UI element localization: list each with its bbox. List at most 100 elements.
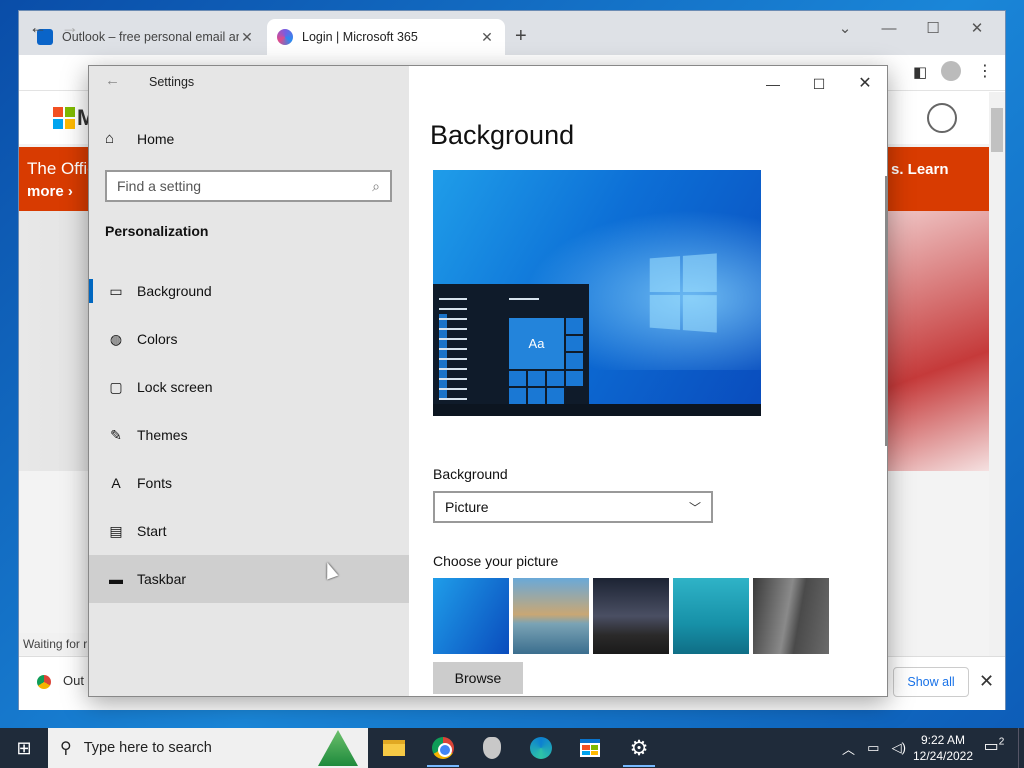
settings-sidebar: ← Settings ⌂ Home Find a setting ⌕ Perso… xyxy=(89,66,409,696)
notification-icon[interactable]: ▭2 xyxy=(980,736,1008,760)
picture-thumbnail-1[interactable] xyxy=(433,578,509,654)
tab-microsoft-365-login[interactable]: Login | Microsoft 365 ✕ xyxy=(267,19,505,55)
nav-label: Lock screen xyxy=(137,379,213,395)
show-desktop-button[interactable] xyxy=(1018,728,1024,768)
nav-item-taskbar[interactable]: ▬ Taskbar xyxy=(89,555,409,603)
palette-icon: ◍ xyxy=(109,330,123,347)
new-tab-button[interactable]: + xyxy=(515,25,527,48)
tab-search-icon[interactable]: ⌄ xyxy=(823,15,867,43)
taskbar-icon: ▬ xyxy=(109,571,123,587)
nav-label: Taskbar xyxy=(137,571,187,587)
search-icon: ⚲ xyxy=(60,740,72,757)
preview-start-menu: Aa xyxy=(433,284,589,416)
nav-item-start[interactable]: ▤ Start xyxy=(89,507,409,555)
forward-arrow-icon[interactable]: → xyxy=(61,17,79,38)
close-button[interactable]: ✕ xyxy=(955,15,999,43)
system-tray: ︿ ▭ ◁) xyxy=(836,728,912,768)
store-icon[interactable] xyxy=(568,731,612,765)
nav-item-colors[interactable]: ◍ Colors xyxy=(89,315,409,363)
clock-date[interactable]: 12/24/2022 xyxy=(912,749,974,763)
file-explorer-icon[interactable] xyxy=(372,731,416,765)
notification-count: 2 xyxy=(998,736,1005,748)
network-icon[interactable]: ▭ xyxy=(867,740,879,756)
chrome-icon xyxy=(37,674,51,689)
banner-link[interactable]: more › xyxy=(27,183,73,200)
nav-item-background[interactable]: ▭ Background xyxy=(89,267,409,315)
close-icon[interactable]: ✕ xyxy=(239,29,255,46)
profile-icon[interactable] xyxy=(941,61,961,81)
hero-device-image xyxy=(879,211,989,471)
picture-thumbnail-3[interactable] xyxy=(593,578,669,654)
background-preview: Aa xyxy=(433,170,761,416)
home-label: Home xyxy=(137,130,175,147)
close-button[interactable]: ✕ xyxy=(837,70,893,98)
tab-title: Outlook – free personal email an xyxy=(62,30,239,44)
home-nav-item[interactable]: ⌂ Home xyxy=(105,130,174,147)
search-placeholder: Type here to search xyxy=(83,740,212,756)
chevron-up-icon[interactable]: ︿ xyxy=(842,739,855,758)
search-icon: ⌕ xyxy=(372,177,380,194)
home-icon: ⌂ xyxy=(105,130,115,147)
volume-icon[interactable]: ◁) xyxy=(892,740,906,756)
nav-item-lock-screen[interactable]: ▢ Lock screen xyxy=(89,363,409,411)
nav-label: Colors xyxy=(137,331,178,347)
page-scrollbar[interactable] xyxy=(989,92,1005,656)
chevron-down-icon: ﹀ xyxy=(688,500,701,515)
choose-picture-label: Choose your picture xyxy=(433,553,559,569)
background-label: Background xyxy=(433,466,508,482)
nav-label: Fonts xyxy=(137,475,173,491)
maximize-button[interactable]: ☐ xyxy=(911,15,955,43)
picture-icon: ▭ xyxy=(109,282,123,299)
microsoft-logo-icon[interactable] xyxy=(53,107,75,129)
settings-window: ← Settings ⌂ Home Find a setting ⌕ Perso… xyxy=(88,65,888,697)
picture-thumbnail-2[interactable] xyxy=(513,578,589,654)
sidebar-toggle-icon[interactable]: ◧ xyxy=(913,63,927,81)
preview-tile-text: Aa xyxy=(509,318,564,369)
lock-screen-icon: ▢ xyxy=(109,378,123,395)
taskbar-search-box[interactable]: ⚲ Type here to search xyxy=(48,728,368,768)
windows-start-icon[interactable]: ⊞ xyxy=(0,728,48,768)
download-item-label: Out xyxy=(63,673,84,688)
tab-title: Login | Microsoft 365 xyxy=(302,30,418,44)
content-scrollbar[interactable] xyxy=(885,176,887,446)
windows-logo-icon xyxy=(649,253,717,333)
show-all-button[interactable]: Show all xyxy=(893,667,969,697)
section-heading: Personalization xyxy=(105,223,209,239)
start-icon: ▤ xyxy=(109,522,123,539)
settings-search-input[interactable]: Find a setting ⌕ xyxy=(105,170,392,202)
nav-label: Start xyxy=(137,523,167,539)
browse-button[interactable]: Browse xyxy=(433,662,523,694)
back-arrow-icon[interactable]: ← xyxy=(29,17,47,38)
nav-label: Background xyxy=(137,283,212,299)
shield-app-icon[interactable] xyxy=(470,731,514,765)
settings-gear-icon[interactable]: ⚙ xyxy=(617,731,661,767)
preview-taskbar xyxy=(433,404,761,416)
account-icon[interactable] xyxy=(927,103,957,133)
select-value: Picture xyxy=(445,499,489,515)
close-icon[interactable]: ✕ xyxy=(979,671,994,692)
minimize-button[interactable]: — xyxy=(867,15,911,43)
close-icon[interactable]: ✕ xyxy=(479,29,495,46)
download-item[interactable]: Out xyxy=(37,673,84,689)
chrome-icon[interactable] xyxy=(421,731,465,767)
christmas-tree-icon xyxy=(318,730,358,766)
fonts-icon: A xyxy=(111,475,121,491)
nav-label: Themes xyxy=(137,427,188,443)
back-arrow-icon[interactable]: ← xyxy=(105,72,120,89)
themes-icon: ✎ xyxy=(110,426,122,443)
microsoft-365-icon xyxy=(277,29,293,45)
background-type-select[interactable]: Picture ﹀ xyxy=(433,491,713,523)
nav-item-fonts[interactable]: A Fonts xyxy=(89,459,409,507)
page-title: Background xyxy=(430,120,575,150)
banner-learn-link[interactable]: s. Learn xyxy=(891,161,949,178)
picture-thumbnail-5[interactable] xyxy=(753,578,829,654)
edge-icon[interactable] xyxy=(519,731,563,765)
scrollbar-thumb[interactable] xyxy=(991,108,1003,152)
search-placeholder: Find a setting xyxy=(117,178,202,194)
menu-icon[interactable]: ⋮ xyxy=(977,61,993,81)
banner-text: The Offic xyxy=(27,159,96,178)
nav-item-themes[interactable]: ✎ Themes xyxy=(89,411,409,459)
picture-thumbnail-4[interactable] xyxy=(673,578,749,654)
clock-time[interactable]: 9:22 AM xyxy=(912,733,974,747)
preview-tiles: Aa xyxy=(509,318,583,404)
